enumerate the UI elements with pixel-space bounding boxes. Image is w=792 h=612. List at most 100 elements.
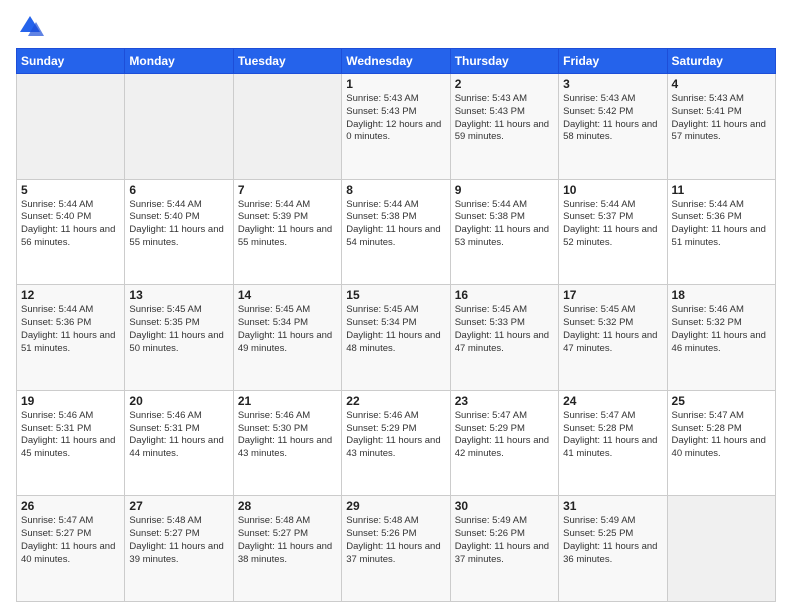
calendar-cell: 28 Sunrise: 5:48 AM Sunset: 5:27 PM Dayli…: [233, 496, 341, 602]
week-row-5: 26 Sunrise: 5:47 AM Sunset: 5:27 PM Dayli…: [17, 496, 776, 602]
weekday-header-friday: Friday: [559, 49, 667, 74]
cell-info: Sunrise: 5:48 AM Sunset: 5:27 PM Dayligh…: [238, 515, 337, 566]
calendar-cell: [17, 74, 125, 180]
cell-info: Sunrise: 5:44 AM Sunset: 5:39 PM Dayligh…: [238, 199, 337, 250]
day-number: 29: [346, 499, 445, 513]
calendar-cell: 27 Sunrise: 5:48 AM Sunset: 5:27 PM Dayli…: [125, 496, 233, 602]
cell-info: Sunrise: 5:48 AM Sunset: 5:26 PM Dayligh…: [346, 515, 445, 566]
calendar-cell: 21Sunrise: 5:46 AM Sunset: 5:30 PM Dayli…: [233, 390, 341, 496]
day-number: 3: [563, 77, 662, 91]
day-number: 12: [21, 288, 120, 302]
cell-info: Sunrise: 5:46 AM Sunset: 5:32 PM Dayligh…: [672, 304, 771, 355]
calendar-cell: [233, 74, 341, 180]
logo: [16, 12, 48, 40]
cell-info: Sunrise: 5:43 AM Sunset: 5:43 PM Dayligh…: [455, 93, 554, 144]
day-number: 5: [21, 183, 120, 197]
calendar-cell: [667, 496, 775, 602]
cell-info: Sunrise: 5:47 AM Sunset: 5:29 PM Dayligh…: [455, 410, 554, 461]
cell-info: Sunrise: 5:49 AM Sunset: 5:26 PM Dayligh…: [455, 515, 554, 566]
day-number: 15: [346, 288, 445, 302]
page: SundayMondayTuesdayWednesdayThursdayFrid…: [0, 0, 792, 612]
weekday-header-tuesday: Tuesday: [233, 49, 341, 74]
day-number: 17: [563, 288, 662, 302]
cell-info: Sunrise: 5:45 AM Sunset: 5:34 PM Dayligh…: [346, 304, 445, 355]
day-number: 14: [238, 288, 337, 302]
day-number: 9: [455, 183, 554, 197]
calendar-cell: 3 Sunrise: 5:43 AM Sunset: 5:42 PM Daylig…: [559, 74, 667, 180]
cell-info: Sunrise: 5:44 AM Sunset: 5:40 PM Dayligh…: [129, 199, 228, 250]
cell-info: Sunrise: 5:46 AM Sunset: 5:31 PM Dayligh…: [21, 410, 120, 461]
cell-info: Sunrise: 5:45 AM Sunset: 5:33 PM Dayligh…: [455, 304, 554, 355]
cell-info: Sunrise: 5:44 AM Sunset: 5:40 PM Dayligh…: [21, 199, 120, 250]
calendar-table: SundayMondayTuesdayWednesdayThursdayFrid…: [16, 48, 776, 602]
cell-info: Sunrise: 5:47 AM Sunset: 5:28 PM Dayligh…: [563, 410, 662, 461]
calendar-cell: 15 Sunrise: 5:45 AM Sunset: 5:34 PM Dayli…: [342, 285, 450, 391]
weekday-header-sunday: Sunday: [17, 49, 125, 74]
cell-info: Sunrise: 5:44 AM Sunset: 5:38 PM Dayligh…: [346, 199, 445, 250]
calendar-cell: 11Sunrise: 5:44 AM Sunset: 5:36 PM Dayli…: [667, 179, 775, 285]
day-number: 22: [346, 394, 445, 408]
day-number: 21: [238, 394, 337, 408]
calendar-cell: 26 Sunrise: 5:47 AM Sunset: 5:27 PM Dayli…: [17, 496, 125, 602]
day-number: 1: [346, 77, 445, 91]
calendar-cell: 9 Sunrise: 5:44 AM Sunset: 5:38 PM Daylig…: [450, 179, 558, 285]
day-number: 6: [129, 183, 228, 197]
day-number: 28: [238, 499, 337, 513]
day-number: 30: [455, 499, 554, 513]
calendar-cell: 12 Sunrise: 5:44 AM Sunset: 5:36 PM Dayli…: [17, 285, 125, 391]
cell-info: Sunrise: 5:43 AM Sunset: 5:42 PM Dayligh…: [563, 93, 662, 144]
day-number: 7: [238, 183, 337, 197]
day-number: 26: [21, 499, 120, 513]
weekday-header-row: SundayMondayTuesdayWednesdayThursdayFrid…: [17, 49, 776, 74]
calendar-cell: 24 Sunrise: 5:47 AM Sunset: 5:28 PM Dayli…: [559, 390, 667, 496]
week-row-1: 1 Sunrise: 5:43 AM Sunset: 5:43 PM Daylig…: [17, 74, 776, 180]
weekday-header-monday: Monday: [125, 49, 233, 74]
calendar-cell: 10 Sunrise: 5:44 AM Sunset: 5:37 PM Dayli…: [559, 179, 667, 285]
cell-info: Sunrise: 5:44 AM Sunset: 5:36 PM Dayligh…: [21, 304, 120, 355]
calendar-cell: 4 Sunrise: 5:43 AM Sunset: 5:41 PM Daylig…: [667, 74, 775, 180]
calendar-cell: 23 Sunrise: 5:47 AM Sunset: 5:29 PM Dayli…: [450, 390, 558, 496]
calendar-cell: 22 Sunrise: 5:46 AM Sunset: 5:29 PM Dayli…: [342, 390, 450, 496]
cell-info: Sunrise: 5:45 AM Sunset: 5:32 PM Dayligh…: [563, 304, 662, 355]
calendar-cell: 16Sunrise: 5:45 AM Sunset: 5:33 PM Dayli…: [450, 285, 558, 391]
calendar-cell: 8 Sunrise: 5:44 AM Sunset: 5:38 PM Daylig…: [342, 179, 450, 285]
day-number: 10: [563, 183, 662, 197]
cell-info: Sunrise: 5:43 AM Sunset: 5:41 PM Dayligh…: [672, 93, 771, 144]
day-number: 4: [672, 77, 771, 91]
calendar-cell: 25 Sunrise: 5:47 AM Sunset: 5:28 PM Dayli…: [667, 390, 775, 496]
cell-info: Sunrise: 5:45 AM Sunset: 5:35 PM Dayligh…: [129, 304, 228, 355]
day-number: 19: [21, 394, 120, 408]
cell-info: Sunrise: 5:46 AM Sunset: 5:29 PM Dayligh…: [346, 410, 445, 461]
week-row-3: 12 Sunrise: 5:44 AM Sunset: 5:36 PM Dayli…: [17, 285, 776, 391]
cell-info: Sunrise: 5:47 AM Sunset: 5:28 PM Dayligh…: [672, 410, 771, 461]
cell-info: Sunrise: 5:49 AM Sunset: 5:25 PM Dayligh…: [563, 515, 662, 566]
day-number: 8: [346, 183, 445, 197]
cell-info: Sunrise: 5:48 AM Sunset: 5:27 PM Dayligh…: [129, 515, 228, 566]
calendar-cell: 14Sunrise: 5:45 AM Sunset: 5:34 PM Dayli…: [233, 285, 341, 391]
cell-info: Sunrise: 5:46 AM Sunset: 5:31 PM Dayligh…: [129, 410, 228, 461]
calendar-cell: 17 Sunrise: 5:45 AM Sunset: 5:32 PM Dayli…: [559, 285, 667, 391]
calendar-cell: 7 Sunrise: 5:44 AM Sunset: 5:39 PM Daylig…: [233, 179, 341, 285]
day-number: 25: [672, 394, 771, 408]
calendar-cell: 30 Sunrise: 5:49 AM Sunset: 5:26 PM Dayli…: [450, 496, 558, 602]
calendar-cell: 18 Sunrise: 5:46 AM Sunset: 5:32 PM Dayli…: [667, 285, 775, 391]
day-number: 23: [455, 394, 554, 408]
calendar-cell: 6 Sunrise: 5:44 AM Sunset: 5:40 PM Daylig…: [125, 179, 233, 285]
logo-icon: [16, 12, 44, 40]
day-number: 2: [455, 77, 554, 91]
calendar-cell: [125, 74, 233, 180]
cell-info: Sunrise: 5:43 AM Sunset: 5:43 PM Dayligh…: [346, 93, 445, 144]
day-number: 18: [672, 288, 771, 302]
week-row-4: 19 Sunrise: 5:46 AM Sunset: 5:31 PM Dayli…: [17, 390, 776, 496]
day-number: 27: [129, 499, 228, 513]
cell-info: Sunrise: 5:47 AM Sunset: 5:27 PM Dayligh…: [21, 515, 120, 566]
calendar-cell: 1 Sunrise: 5:43 AM Sunset: 5:43 PM Daylig…: [342, 74, 450, 180]
cell-info: Sunrise: 5:44 AM Sunset: 5:37 PM Dayligh…: [563, 199, 662, 250]
cell-info: Sunrise: 5:44 AM Sunset: 5:38 PM Dayligh…: [455, 199, 554, 250]
calendar-cell: 31Sunrise: 5:49 AM Sunset: 5:25 PM Dayli…: [559, 496, 667, 602]
weekday-header-saturday: Saturday: [667, 49, 775, 74]
weekday-header-wednesday: Wednesday: [342, 49, 450, 74]
cell-info: Sunrise: 5:44 AM Sunset: 5:36 PM Dayligh…: [672, 199, 771, 250]
day-number: 24: [563, 394, 662, 408]
weekday-header-thursday: Thursday: [450, 49, 558, 74]
